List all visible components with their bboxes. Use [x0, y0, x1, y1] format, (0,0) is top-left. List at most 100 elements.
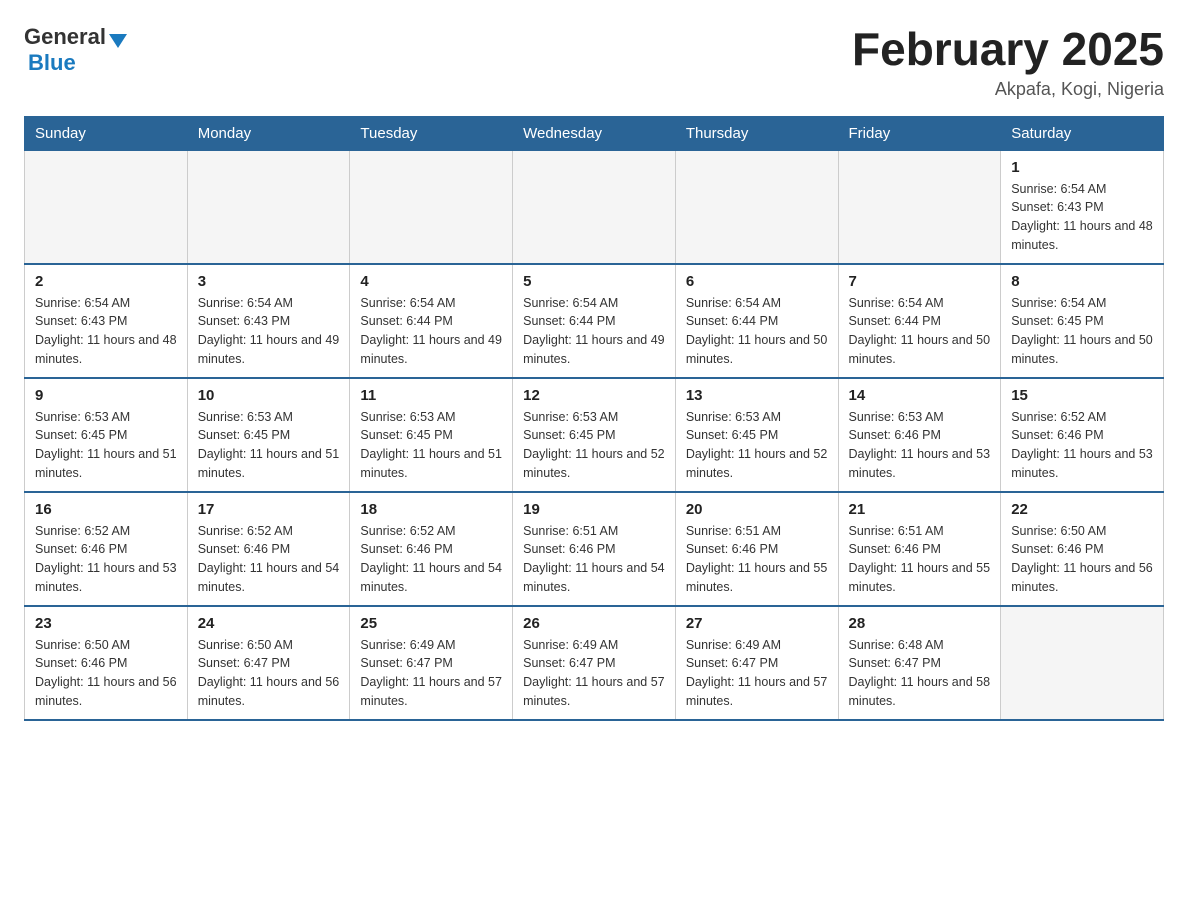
- day-number: 6: [686, 273, 828, 290]
- day-number: 20: [686, 501, 828, 518]
- calendar-day-cell: 10 Sunrise: 6:53 AMSunset: 6:45 PMDayligh…: [187, 378, 350, 492]
- day-number: 28: [849, 615, 991, 632]
- calendar-day-cell: 23 Sunrise: 6:50 AMSunset: 6:46 PMDayligh…: [25, 606, 188, 720]
- day-of-week-header: Friday: [838, 116, 1001, 150]
- calendar-subtitle: Akpafa, Kogi, Nigeria: [852, 79, 1164, 100]
- calendar-week-row: 16 Sunrise: 6:52 AMSunset: 6:46 PMDayligh…: [25, 492, 1164, 606]
- calendar-day-cell: 12 Sunrise: 6:53 AMSunset: 6:45 PMDayligh…: [513, 378, 676, 492]
- day-number: 10: [198, 387, 340, 404]
- day-info: Sunrise: 6:52 AMSunset: 6:46 PMDaylight:…: [1011, 408, 1153, 483]
- day-number: 5: [523, 273, 665, 290]
- day-number: 26: [523, 615, 665, 632]
- calendar-day-cell: 2 Sunrise: 6:54 AMSunset: 6:43 PMDaylight…: [25, 264, 188, 378]
- day-number: 16: [35, 501, 177, 518]
- day-info: Sunrise: 6:54 AMSunset: 6:44 PMDaylight:…: [523, 294, 665, 369]
- day-number: 15: [1011, 387, 1153, 404]
- day-info: Sunrise: 6:50 AMSunset: 6:46 PMDaylight:…: [1011, 522, 1153, 597]
- day-number: 11: [360, 387, 502, 404]
- day-info: Sunrise: 6:54 AMSunset: 6:44 PMDaylight:…: [360, 294, 502, 369]
- calendar-day-cell: 4 Sunrise: 6:54 AMSunset: 6:44 PMDaylight…: [350, 264, 513, 378]
- day-number: 13: [686, 387, 828, 404]
- day-info: Sunrise: 6:50 AMSunset: 6:46 PMDaylight:…: [35, 636, 177, 711]
- calendar-day-cell: 8 Sunrise: 6:54 AMSunset: 6:45 PMDaylight…: [1001, 264, 1164, 378]
- calendar-day-cell: 14 Sunrise: 6:53 AMSunset: 6:46 PMDayligh…: [838, 378, 1001, 492]
- day-info: Sunrise: 6:52 AMSunset: 6:46 PMDaylight:…: [35, 522, 177, 597]
- day-number: 22: [1011, 501, 1153, 518]
- calendar-day-cell: 5 Sunrise: 6:54 AMSunset: 6:44 PMDaylight…: [513, 264, 676, 378]
- calendar-day-cell: [187, 150, 350, 264]
- calendar-day-cell: 1Sunrise: 6:54 AMSunset: 6:43 PMDaylight…: [1001, 150, 1164, 264]
- day-number: 2: [35, 273, 177, 290]
- calendar-day-cell: 18 Sunrise: 6:52 AMSunset: 6:46 PMDayligh…: [350, 492, 513, 606]
- day-info: Sunrise: 6:54 AMSunset: 6:45 PMDaylight:…: [1011, 294, 1153, 369]
- calendar-week-row: 9Sunrise: 6:53 AMSunset: 6:45 PMDaylight…: [25, 378, 1164, 492]
- calendar-table: SundayMondayTuesdayWednesdayThursdayFrid…: [24, 116, 1164, 721]
- calendar-day-cell: 26 Sunrise: 6:49 AMSunset: 6:47 PMDayligh…: [513, 606, 676, 720]
- title-block: February 2025 Akpafa, Kogi, Nigeria: [852, 24, 1164, 100]
- calendar-day-cell: 9Sunrise: 6:53 AMSunset: 6:45 PMDaylight…: [25, 378, 188, 492]
- day-of-week-header: Sunday: [25, 116, 188, 150]
- calendar-day-cell: [25, 150, 188, 264]
- day-info: Sunrise: 6:49 AMSunset: 6:47 PMDaylight:…: [360, 636, 502, 711]
- day-info: Sunrise: 6:54 AMSunset: 6:44 PMDaylight:…: [849, 294, 991, 369]
- day-number: 7: [849, 273, 991, 290]
- day-of-week-header: Thursday: [675, 116, 838, 150]
- day-number: 12: [523, 387, 665, 404]
- day-info: Sunrise: 6:49 AMSunset: 6:47 PMDaylight:…: [686, 636, 828, 711]
- calendar-title: February 2025: [852, 24, 1164, 75]
- day-info: Sunrise: 6:54 AMSunset: 6:43 PMDaylight:…: [198, 294, 340, 369]
- day-of-week-header: Saturday: [1001, 116, 1164, 150]
- logo-text-general: General: [24, 24, 106, 50]
- day-number: 24: [198, 615, 340, 632]
- calendar-day-cell: 6 Sunrise: 6:54 AMSunset: 6:44 PMDaylight…: [675, 264, 838, 378]
- day-info: Sunrise: 6:53 AMSunset: 6:45 PMDaylight:…: [198, 408, 340, 483]
- calendar-day-cell: 13Sunrise: 6:53 AMSunset: 6:45 PMDayligh…: [675, 378, 838, 492]
- calendar-day-cell: [350, 150, 513, 264]
- calendar-day-cell: 20 Sunrise: 6:51 AMSunset: 6:46 PMDayligh…: [675, 492, 838, 606]
- day-number: 21: [849, 501, 991, 518]
- calendar-day-cell: [675, 150, 838, 264]
- calendar-day-cell: 27 Sunrise: 6:49 AMSunset: 6:47 PMDayligh…: [675, 606, 838, 720]
- day-info: Sunrise: 6:52 AMSunset: 6:46 PMDaylight:…: [198, 522, 340, 597]
- calendar-week-row: 1Sunrise: 6:54 AMSunset: 6:43 PMDaylight…: [25, 150, 1164, 264]
- calendar-day-cell: [1001, 606, 1164, 720]
- calendar-day-cell: 25 Sunrise: 6:49 AMSunset: 6:47 PMDayligh…: [350, 606, 513, 720]
- calendar-day-cell: 11Sunrise: 6:53 AMSunset: 6:45 PMDayligh…: [350, 378, 513, 492]
- calendar-day-cell: 16 Sunrise: 6:52 AMSunset: 6:46 PMDayligh…: [25, 492, 188, 606]
- day-info: Sunrise: 6:51 AMSunset: 6:46 PMDaylight:…: [849, 522, 991, 597]
- day-of-week-header: Monday: [187, 116, 350, 150]
- calendar-day-cell: 17 Sunrise: 6:52 AMSunset: 6:46 PMDayligh…: [187, 492, 350, 606]
- day-number: 14: [849, 387, 991, 404]
- day-number: 23: [35, 615, 177, 632]
- day-info: Sunrise: 6:51 AMSunset: 6:46 PMDaylight:…: [686, 522, 828, 597]
- day-number: 25: [360, 615, 502, 632]
- calendar-day-cell: 21 Sunrise: 6:51 AMSunset: 6:46 PMDayligh…: [838, 492, 1001, 606]
- day-info: Sunrise: 6:54 AMSunset: 6:43 PMDaylight:…: [35, 294, 177, 369]
- calendar-header-row: SundayMondayTuesdayWednesdayThursdayFrid…: [25, 116, 1164, 150]
- logo: General Blue: [24, 24, 127, 76]
- day-info: Sunrise: 6:54 AMSunset: 6:43 PMDaylight:…: [1011, 180, 1153, 255]
- day-number: 18: [360, 501, 502, 518]
- calendar-day-cell: 22 Sunrise: 6:50 AMSunset: 6:46 PMDayligh…: [1001, 492, 1164, 606]
- day-number: 27: [686, 615, 828, 632]
- day-info: Sunrise: 6:52 AMSunset: 6:46 PMDaylight:…: [360, 522, 502, 597]
- day-info: Sunrise: 6:54 AMSunset: 6:44 PMDaylight:…: [686, 294, 828, 369]
- calendar-day-cell: 19 Sunrise: 6:51 AMSunset: 6:46 PMDayligh…: [513, 492, 676, 606]
- day-number: 8: [1011, 273, 1153, 290]
- calendar-day-cell: 7 Sunrise: 6:54 AMSunset: 6:44 PMDaylight…: [838, 264, 1001, 378]
- day-info: Sunrise: 6:51 AMSunset: 6:46 PMDaylight:…: [523, 522, 665, 597]
- day-number: 19: [523, 501, 665, 518]
- calendar-day-cell: 28Sunrise: 6:48 AMSunset: 6:47 PMDayligh…: [838, 606, 1001, 720]
- page-header: General Blue February 2025 Akpafa, Kogi,…: [24, 24, 1164, 100]
- calendar-day-cell: 24Sunrise: 6:50 AMSunset: 6:47 PMDayligh…: [187, 606, 350, 720]
- day-number: 17: [198, 501, 340, 518]
- day-info: Sunrise: 6:53 AMSunset: 6:45 PMDaylight:…: [35, 408, 177, 483]
- calendar-week-row: 23 Sunrise: 6:50 AMSunset: 6:46 PMDayligh…: [25, 606, 1164, 720]
- day-of-week-header: Wednesday: [513, 116, 676, 150]
- day-info: Sunrise: 6:53 AMSunset: 6:45 PMDaylight:…: [523, 408, 665, 483]
- day-of-week-header: Tuesday: [350, 116, 513, 150]
- day-number: 4: [360, 273, 502, 290]
- day-info: Sunrise: 6:49 AMSunset: 6:47 PMDaylight:…: [523, 636, 665, 711]
- day-info: Sunrise: 6:53 AMSunset: 6:46 PMDaylight:…: [849, 408, 991, 483]
- calendar-week-row: 2 Sunrise: 6:54 AMSunset: 6:43 PMDaylight…: [25, 264, 1164, 378]
